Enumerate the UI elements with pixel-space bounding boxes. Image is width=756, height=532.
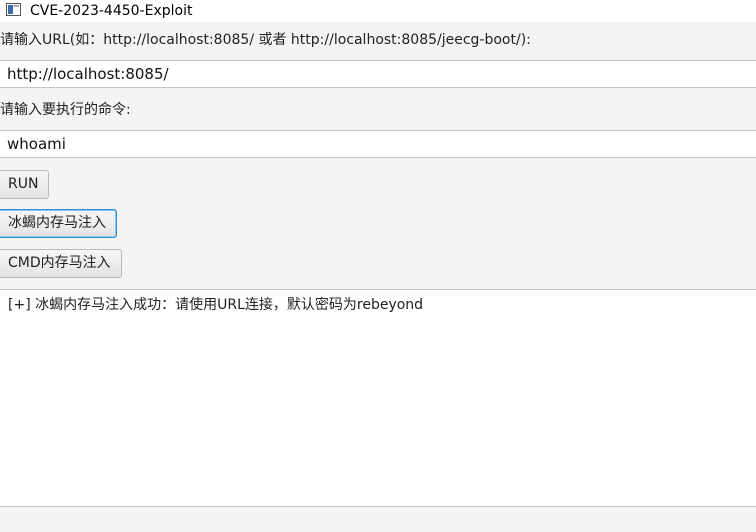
command-input[interactable]: whoami [0,130,756,158]
behinder-inject-button[interactable]: 冰蝎内存马注入 [0,209,117,238]
url-input[interactable]: http://localhost:8085/ [0,60,756,88]
run-button[interactable]: RUN [0,170,50,199]
window-bottom-bar [0,507,756,532]
output-line: [+] 冰蝎内存马注入成功：请使用URL连接，默认密码为rebeyond [8,297,424,313]
cmd-inject-button[interactable]: CMD内存马注入 [0,249,122,278]
window-title: CVE-2023-4450-Exploit [30,3,193,19]
url-label: 请输入URL(如：http://localhost:8085/ 或者 http:… [0,32,531,48]
window-app-icon [6,3,21,16]
command-label: 请输入要执行的命令: [0,102,131,118]
app-window: CVE-2023-4450-Exploit 请输入URL(如：http://lo… [0,0,756,532]
output-textarea[interactable]: [+] 冰蝎内存马注入成功：请使用URL连接，默认密码为rebeyond [0,289,756,507]
title-bar: CVE-2023-4450-Exploit [0,0,756,22]
